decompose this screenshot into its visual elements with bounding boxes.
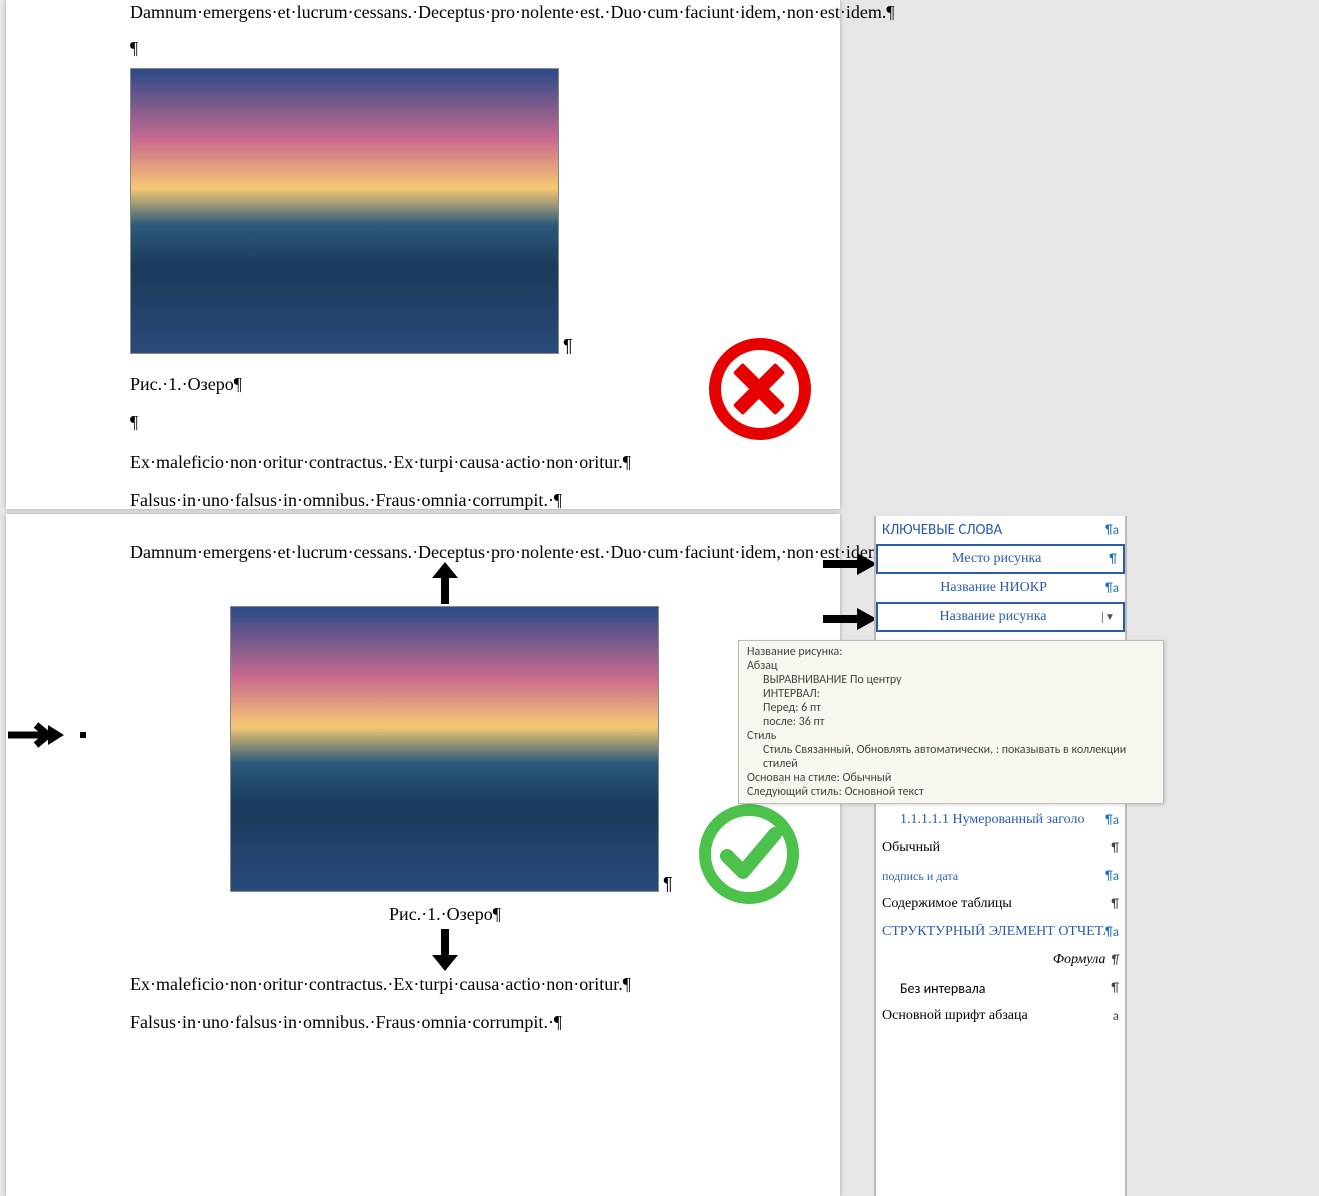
- style-label: Название рисунка: [884, 609, 1102, 625]
- arrow-right-icon: [821, 549, 881, 579]
- image-paragraph-mark: ¶: [563, 336, 573, 356]
- styles-pane: КЛЮЧЕВЫЕ СЛОВА ¶a Место рисунка ¶ Назван…: [874, 516, 1127, 1196]
- paragraph-text: Falsus·in·uno·falsus·in·omnibus.·Fraus·o…: [130, 1010, 562, 1035]
- style-item-niokr[interactable]: Название НИОКР ¶a: [876, 574, 1125, 602]
- paragraph-text: Falsus·in·uno·falsus·in·omnibus.·Fraus·o…: [130, 488, 562, 513]
- style-item-no-spacing[interactable]: Без интервала ¶: [876, 974, 1125, 1002]
- paragraph-marker: ¶a: [1105, 523, 1119, 538]
- style-item-default-font[interactable]: Основной шрифт абзаца a: [876, 1002, 1125, 1030]
- style-item-formula[interactable]: Формула ¶: [876, 946, 1125, 974]
- lake-image[interactable]: [230, 606, 659, 892]
- style-item-mesto-risunka[interactable]: Место рисунка ¶: [876, 544, 1125, 574]
- incorrect-icon: [709, 338, 811, 440]
- style-label: Обычный: [882, 840, 1111, 856]
- figure-caption: Рис.·1.·Озеро¶: [130, 372, 242, 397]
- paragraph-text: Ex·maleficio·non·oritur·contractus.·Ex·t…: [130, 450, 631, 475]
- style-label: КЛЮЧЕВЫЕ СЛОВА: [882, 521, 1105, 539]
- style-item-nazvanie-risunka[interactable]: Название рисунка ▼: [876, 602, 1125, 632]
- lake-image[interactable]: [130, 68, 559, 354]
- tooltip-line: Перед: 6 пт: [747, 701, 1155, 715]
- tooltip-line: Следующий стиль: Основной текст: [747, 785, 1155, 799]
- style-item-struct-element[interactable]: СТРУКТУРНЫЙ ЭЛЕМЕНТ ОТЧЕТА ¶a: [876, 918, 1125, 946]
- paragraph-marker: ¶a: [1105, 925, 1119, 940]
- style-item-keywords[interactable]: КЛЮЧЕВЫЕ СЛОВА ¶a: [876, 516, 1125, 544]
- paragraph-marker: ¶: [1111, 953, 1119, 968]
- tooltip-title: Название рисунка:: [747, 645, 1155, 659]
- paragraph-marker: ¶: [1111, 841, 1119, 856]
- tooltip-line: ВЫРАВНИВАНИЕ По центру: [747, 673, 1155, 687]
- dropdown-arrow-icon[interactable]: ▼: [1102, 612, 1117, 623]
- style-label: Формула: [882, 952, 1111, 968]
- document-page-bottom: Damnum·emergens·et·lucrum·cessans.·Decep…: [6, 514, 840, 1196]
- paragraph-marker: ¶: [1109, 552, 1117, 567]
- paragraph-marker: ¶a: [1105, 813, 1119, 828]
- style-label: СТРУКТУРНЫЙ ЭЛЕМЕНТ ОТЧЕТА: [882, 924, 1105, 940]
- tooltip-line: ИНТЕРВАЛ:: [747, 687, 1155, 701]
- style-label: Основной шрифт абзаца: [882, 1008, 1113, 1024]
- style-label: подпись и дата: [882, 869, 1105, 884]
- style-item-signature[interactable]: подпись и дата ¶a: [876, 862, 1125, 890]
- empty-paragraph: ¶: [130, 410, 138, 435]
- paragraph-text: Damnum·emergens·et·lucrum·cessans.·Decep…: [130, 0, 895, 25]
- tooltip-line: после: 36 пт: [747, 715, 1155, 729]
- arrow-right-icon: [6, 720, 66, 750]
- style-item-numbered-heading[interactable]: 1.1.1.1.1 Нумерованный заголо ¶a: [876, 806, 1125, 834]
- style-label: Название НИОКР: [882, 580, 1105, 596]
- paragraph-marker: a: [1113, 1009, 1119, 1024]
- paragraph-text: Damnum·emergens·et·lucrum·cessans.·Decep…: [130, 540, 895, 565]
- figure-caption-centered: Рис.·1.·Озеро¶: [130, 902, 760, 927]
- paragraph-marker: ¶: [1111, 897, 1119, 912]
- tooltip-line: Основан на стиле: Обычный: [747, 771, 1155, 785]
- paragraph-text: Ex·maleficio·non·oritur·contractus.·Ex·t…: [130, 972, 631, 997]
- style-item-normal[interactable]: Обычный ¶: [876, 834, 1125, 862]
- empty-paragraph: ¶: [130, 36, 138, 61]
- style-label: 1.1.1.1.1 Нумерованный заголо: [882, 812, 1105, 828]
- anchor-dot: [80, 732, 86, 738]
- image-paragraph-mark: ¶: [663, 874, 673, 894]
- arrow-up-icon: [430, 560, 460, 606]
- document-page-top: Damnum·emergens·et·lucrum·cessans.·Decep…: [6, 0, 840, 509]
- correct-icon: [699, 804, 799, 904]
- tooltip-line: Стиль Связанный, Обновлять автоматически…: [747, 743, 1155, 771]
- style-tooltip: Название рисунка: Абзац ВЫРАВНИВАНИЕ По …: [738, 640, 1164, 804]
- style-label: Без интервала: [882, 980, 1111, 997]
- arrow-down-icon: [430, 927, 460, 973]
- style-label: Содержимое таблицы: [882, 896, 1111, 912]
- arrow-right-icon: [821, 604, 881, 634]
- tooltip-line: Абзац: [747, 659, 1155, 673]
- paragraph-marker: ¶: [1111, 981, 1119, 996]
- style-label: Место рисунка: [884, 551, 1109, 567]
- tooltip-line: Стиль: [747, 729, 1155, 743]
- style-item-table-contents[interactable]: Содержимое таблицы ¶: [876, 890, 1125, 918]
- paragraph-marker: ¶a: [1105, 581, 1119, 596]
- paragraph-marker: ¶a: [1105, 869, 1119, 884]
